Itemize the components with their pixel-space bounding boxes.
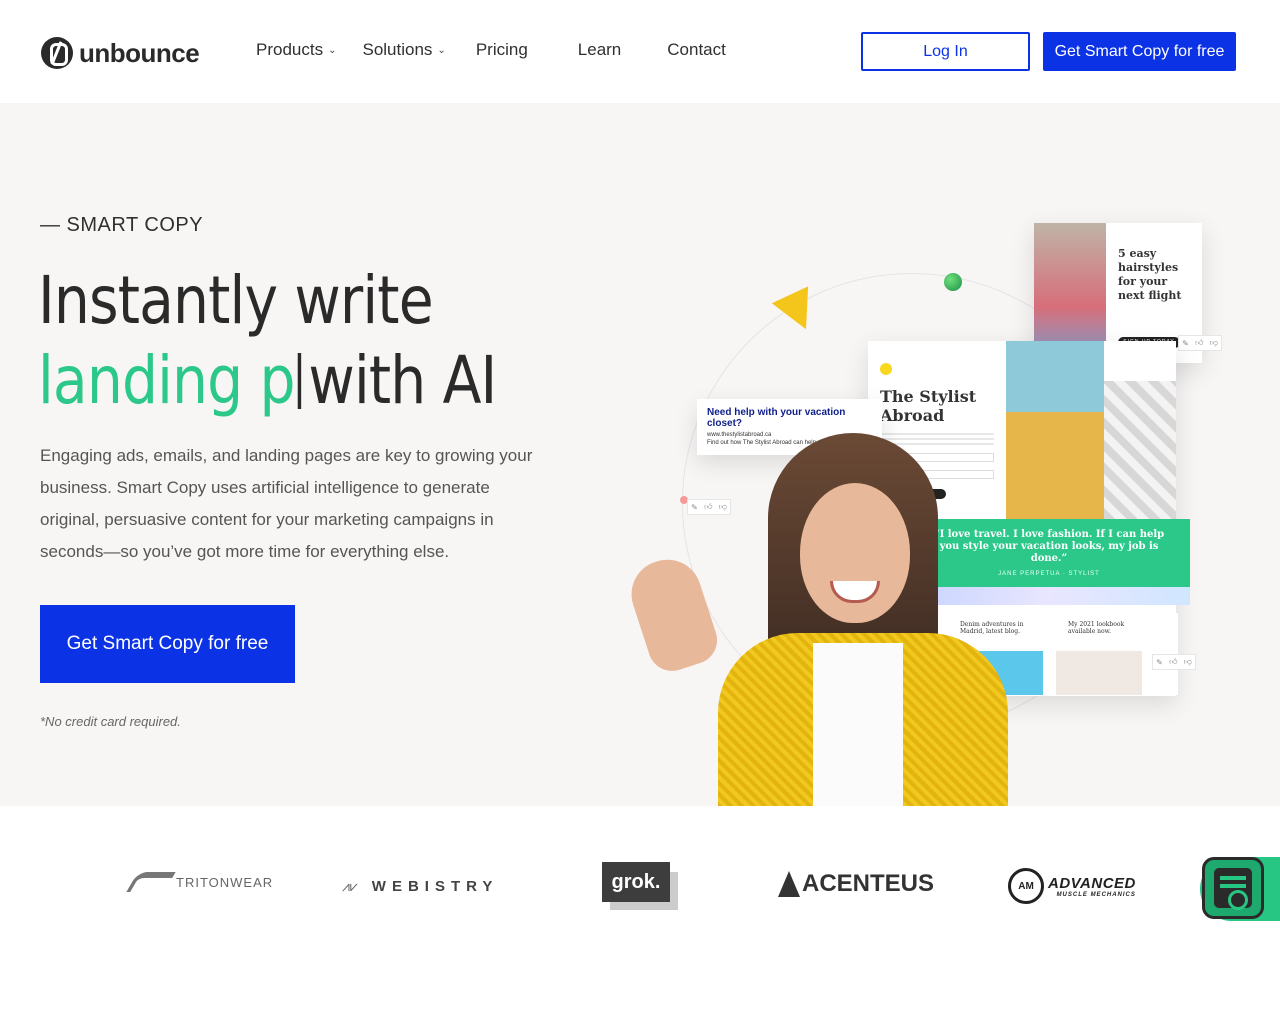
chevron-down-icon: ⌄ <box>437 44 446 56</box>
thumbs-up-icon: 👍︎ <box>1195 338 1204 347</box>
hero-cta-button[interactable]: Get Smart Copy for free <box>40 605 295 683</box>
nav-pricing-label: Pricing <box>475 40 528 59</box>
nav-contact[interactable]: Contact <box>667 40 726 60</box>
smiling-woman-photo <box>622 433 1008 806</box>
promo-title: 5 easy hairstyles for your next flight <box>1118 247 1182 302</box>
testimonial-author: JANE PERPETUA · STYLIST <box>998 571 1100 577</box>
acenteus-text: ACENTEUS <box>802 870 935 897</box>
login-button[interactable]: Log In <box>861 32 1030 71</box>
blog-b-title: My 2021 lookbook available now. <box>1068 621 1125 635</box>
smart-copy-widget[interactable] <box>1200 855 1280 921</box>
no-credit-card-note: *No credit card required. <box>40 714 181 729</box>
feedback-tools: ✎ 👍︎ 👎︎ <box>1152 654 1196 670</box>
edit-icon: ✎ <box>1156 657 1163 667</box>
logo-text: unbounce <box>79 37 200 68</box>
webistry-logo: ⩘⩗ WEBISTRY <box>342 878 498 895</box>
feedback-tools: ✎ 👍︎ 👎︎ <box>1178 335 1222 351</box>
grok-text: grok. <box>602 862 670 902</box>
tritonwear-mark-icon <box>126 872 176 892</box>
edit-icon: ✎ <box>1182 338 1189 348</box>
webistry-text: WEBISTRY <box>371 878 499 895</box>
headline-rest: with AI <box>308 342 497 419</box>
nav-learn[interactable]: Learn <box>578 40 621 60</box>
hero-eyebrow: — SMART COPY <box>40 214 204 236</box>
green-orb <box>944 273 962 291</box>
unbounce-logo[interactable]: unbounce <box>41 37 200 69</box>
acenteus-mark-icon <box>778 871 800 897</box>
hero-section: — SMART COPY Instantly write landing p wi… <box>0 103 1280 806</box>
hero-headline: Instantly write landing p with AI <box>38 261 497 421</box>
headline-typed-text: landing p <box>38 342 296 419</box>
shoes-photo <box>1104 381 1176 519</box>
thumbs-down-icon: 👎︎ <box>1183 657 1192 666</box>
white-shirt <box>813 643 903 806</box>
model-photo <box>1006 341 1104 519</box>
advanced-text: ADVANCED <box>1048 874 1136 892</box>
nav-learn-label: Learn <box>577 40 622 59</box>
main-nav: Products ⌄ Solutions ⌄ Pricing Learn Con… <box>256 40 726 60</box>
nav-solutions[interactable]: Solutions ⌄ <box>362 40 445 60</box>
headline-line1: Instantly write <box>38 262 434 339</box>
customer-logos: TRITONWEAR ⩘⩗ WEBISTRY grok. ACENTEUS AM… <box>0 806 1280 966</box>
advanced-mark-icon: AM <box>1008 868 1044 904</box>
unbounce-logo-icon <box>41 37 73 69</box>
site-title: The Stylist Abroad <box>880 387 977 425</box>
header-cta-button[interactable]: Get Smart Copy for free <box>1043 32 1236 71</box>
thumbs-down-icon: 👎︎ <box>1209 338 1218 347</box>
waving-hand <box>622 550 724 678</box>
hero-description: Engaging ads, emails, and landing pages … <box>40 446 533 561</box>
nav-products-label: Products <box>256 40 324 59</box>
smart-copy-widget-icon <box>1214 868 1252 910</box>
chat-question: Need help with your vacation closet? <box>707 407 846 429</box>
site-header: unbounce Products ⌄ Solutions ⌄ Pricing … <box>0 0 1280 103</box>
webistry-mark-icon: ⩘⩗ <box>342 878 358 894</box>
advanced-subtext: MUSCLE MECHANICS <box>1056 891 1136 898</box>
advanced-muscle-logo: AM ADVANCED MUSCLE MECHANICS <box>1008 868 1136 904</box>
grok-logo: grok. <box>602 862 678 910</box>
acenteus-logo: ACENTEUS <box>778 870 934 898</box>
tritonwear-logo: TRITONWEAR <box>126 872 274 892</box>
nav-contact-label: Contact <box>667 40 726 59</box>
typing-cursor <box>298 353 302 409</box>
tritonwear-text: TRITONWEAR <box>176 874 274 890</box>
close-badge-icon <box>880 363 892 375</box>
chevron-down-icon: ⌄ <box>328 44 337 56</box>
nav-solutions-label: Solutions <box>362 40 433 59</box>
thumbs-up-icon: 👍︎ <box>1169 657 1178 666</box>
nav-pricing[interactable]: Pricing <box>476 40 528 60</box>
blog-b-photo <box>1056 651 1142 695</box>
nav-products[interactable]: Products ⌄ <box>256 40 336 60</box>
hero-illustration: 5 easy hairstyles for your next flight S… <box>600 223 1280 806</box>
widget-button[interactable] <box>1202 857 1264 919</box>
